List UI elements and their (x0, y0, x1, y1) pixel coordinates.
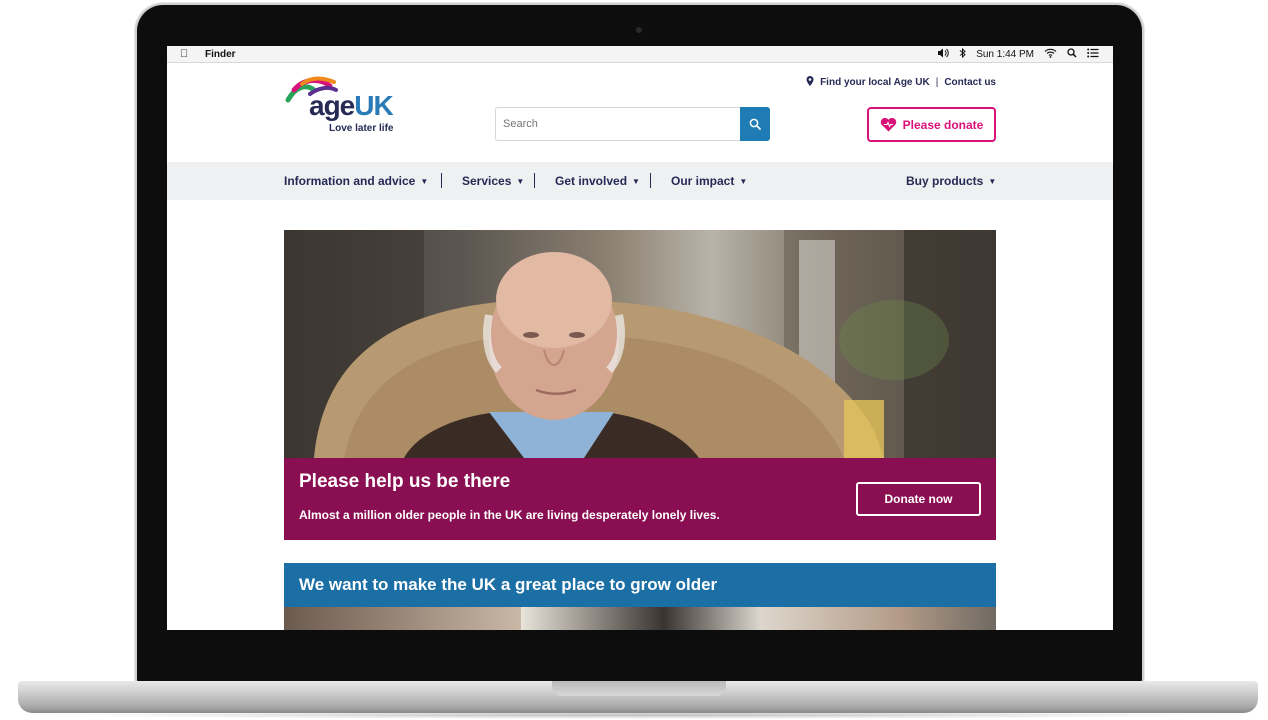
mac-menubar:  Finder Sun 1:44 PM (167, 46, 1113, 63)
main-navigation: Information and advice ▼ Services ▼ Get in… (167, 162, 1113, 200)
hero-photo-older-man (284, 230, 996, 458)
please-donate-label: Please donate (902, 117, 984, 132)
bluetooth-icon[interactable] (959, 47, 966, 61)
spotlight-search-icon[interactable] (1067, 48, 1077, 61)
promo-panel: Please help us be there Almost a million… (284, 458, 996, 540)
hero-banner: Please help us be there Almost a million… (284, 230, 996, 540)
nav-buy-products[interactable]: Buy products ▼ (906, 174, 996, 188)
nav-label: Information and advice (284, 174, 416, 188)
nav-divider (650, 173, 651, 188)
header-utility-links: Find your local Age UK | Contact us (806, 76, 996, 89)
menubar-app-name[interactable]: Finder (205, 49, 236, 60)
camera-icon (636, 27, 642, 33)
nav-label: Buy products (906, 174, 984, 188)
menubar-clock[interactable]: Sun 1:44 PM (976, 49, 1034, 60)
donate-now-button[interactable]: Donate now (856, 482, 981, 516)
notification-center-icon[interactable] (1087, 48, 1099, 61)
nav-our-impact[interactable]: Our impact ▼ (671, 174, 747, 188)
nav-divider (534, 173, 535, 188)
search-box (495, 107, 770, 141)
link-separator: | (935, 77, 939, 88)
nav-services[interactable]: Services ▼ (462, 174, 524, 188)
nav-get-involved[interactable]: Get involved ▼ (555, 174, 640, 188)
heart-icon (880, 117, 896, 131)
laptop-screen:  Finder Sun 1:44 PM (167, 46, 1113, 630)
nav-information-and-advice[interactable]: Information and advice ▼ (284, 174, 428, 188)
find-local-age-uk-link[interactable]: Find your local Age UK (820, 77, 930, 88)
thumbnail-image[interactable] (758, 607, 996, 630)
caret-down-icon: ▼ (988, 176, 997, 186)
location-pin-icon (806, 76, 814, 89)
nav-label: Get involved (555, 174, 628, 188)
search-icon (749, 118, 761, 130)
promo-title: Please help us be there (299, 471, 511, 492)
thumbnail-image[interactable] (521, 607, 759, 630)
logo-wordmark: ageUK (309, 90, 394, 121)
logo-tagline: Love later life (329, 123, 394, 134)
caret-down-icon: ▼ (739, 176, 748, 186)
caret-down-icon: ▼ (632, 176, 640, 186)
mission-heading: We want to make the UK a great place to … (299, 575, 718, 594)
caret-down-icon: ▼ (420, 176, 429, 186)
search-input[interactable] (496, 108, 740, 140)
site-header: ageUK Love later life Find your local Ag… (167, 63, 1113, 162)
please-donate-button[interactable]: Please donate (867, 107, 996, 142)
mission-band: We want to make the UK a great place to … (284, 563, 996, 607)
laptop-base-notch (552, 681, 726, 696)
age-uk-logo[interactable]: ageUK Love later life (284, 76, 399, 141)
apple-icon[interactable]:  (180, 48, 188, 60)
wifi-icon[interactable] (1044, 48, 1057, 61)
thumbnail-image[interactable] (284, 607, 522, 630)
search-button[interactable] (740, 107, 770, 141)
volume-icon[interactable] (937, 48, 949, 61)
nav-label: Services (462, 174, 512, 188)
promo-subtitle: Almost a million older people in the UK … (299, 508, 720, 522)
menubar-status: Sun 1:44 PM (937, 47, 1099, 61)
nav-divider (441, 173, 442, 188)
image-strip (284, 607, 996, 630)
nav-label: Our impact (671, 174, 735, 188)
age-uk-website: ageUK Love later life Find your local Ag… (167, 63, 1113, 630)
caret-down-icon: ▼ (516, 176, 525, 186)
contact-us-link[interactable]: Contact us (944, 77, 996, 88)
